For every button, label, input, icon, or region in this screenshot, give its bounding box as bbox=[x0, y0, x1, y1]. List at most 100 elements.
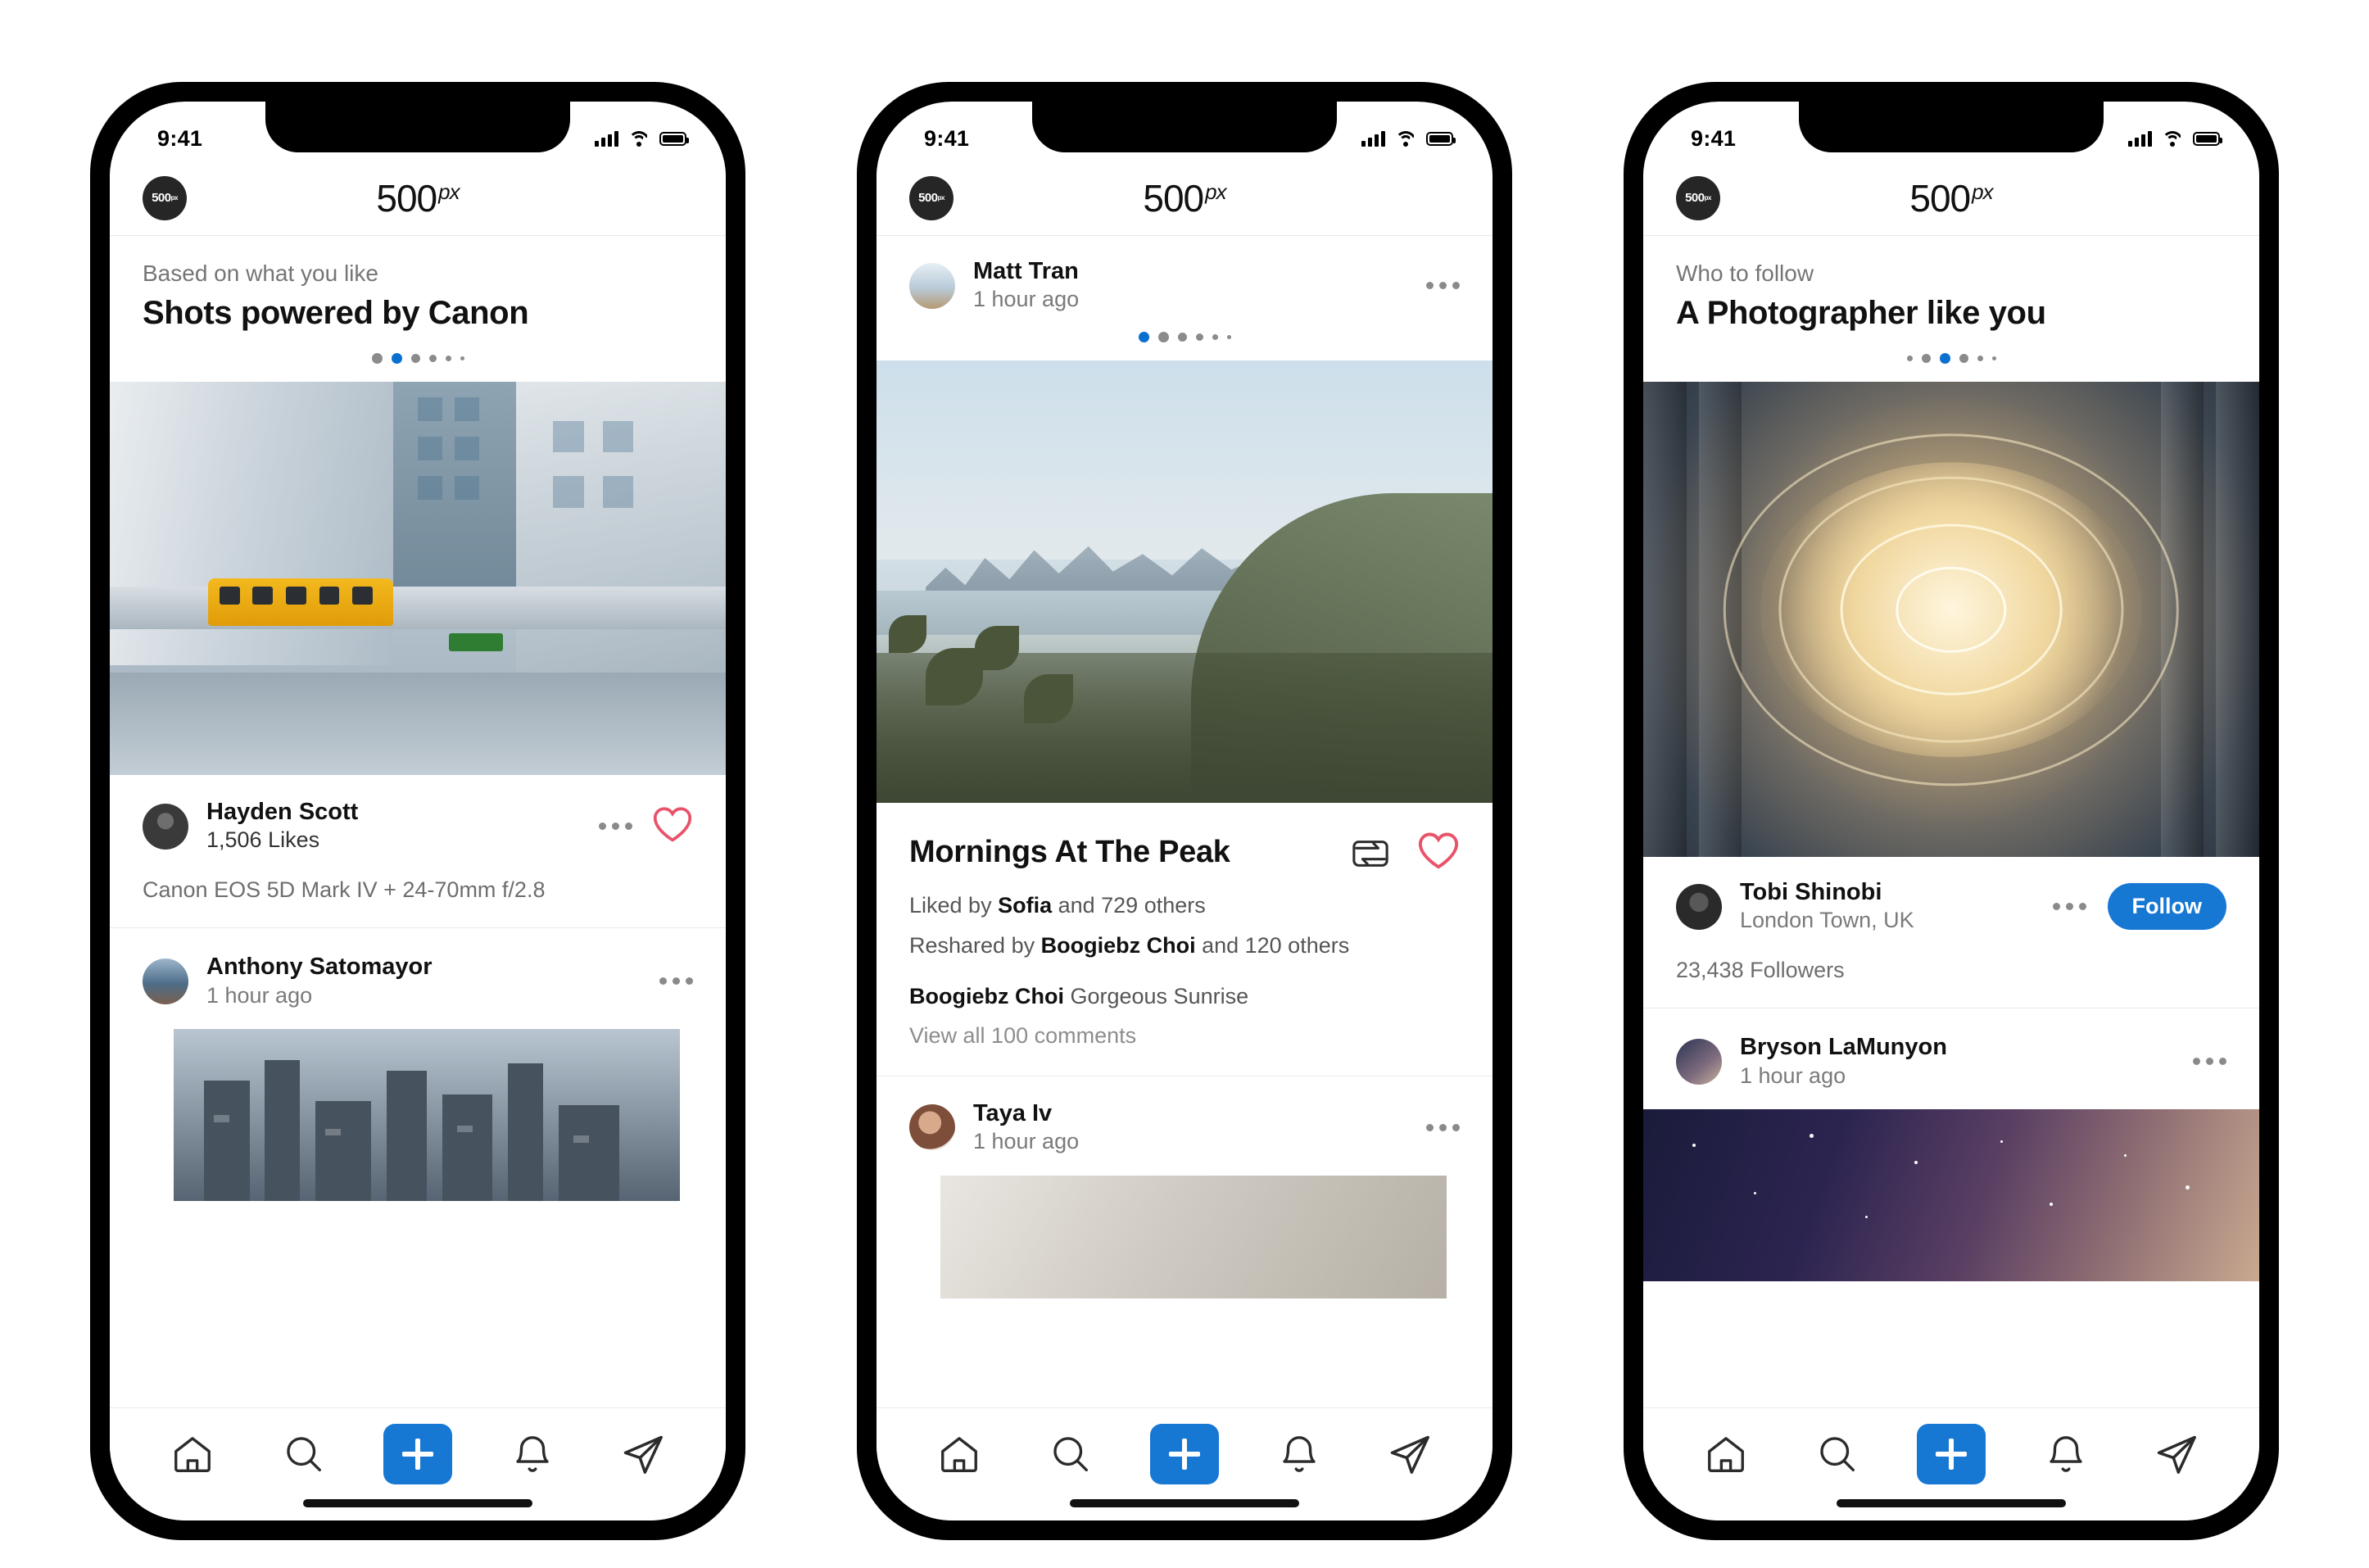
follow-button[interactable]: Follow bbox=[2107, 883, 2226, 931]
post-photo-peak[interactable] bbox=[876, 360, 1493, 804]
home-indicator bbox=[1070, 1499, 1299, 1507]
pager-dot[interactable] bbox=[371, 353, 383, 364]
app-logo-icon[interactable]: 500 px bbox=[1676, 175, 1720, 220]
pager-dot[interactable] bbox=[1921, 354, 1931, 363]
view-all-comments-link[interactable]: View all 100 comments bbox=[876, 1021, 1493, 1050]
post-photo-dome[interactable] bbox=[1643, 382, 2259, 857]
suggestion-row[interactable]: Tobi Shinobi London Town, UK Follow bbox=[1643, 878, 2259, 935]
section-headline: A Photographer like you bbox=[1676, 295, 2046, 331]
reshared-suffix: and 120 others bbox=[1195, 932, 1350, 958]
next-post-author-row-1[interactable]: Anthony Satomayor 1 hour ago bbox=[110, 953, 726, 1009]
tab-search[interactable] bbox=[1040, 1425, 1099, 1484]
avatar[interactable] bbox=[143, 803, 188, 850]
carousel-pager-1[interactable] bbox=[110, 353, 726, 382]
next-post-photo[interactable] bbox=[1643, 1109, 2259, 1282]
logo-text: 500 bbox=[1685, 191, 1705, 205]
comment-author[interactable]: Boogiebz Choi bbox=[909, 984, 1064, 1008]
pager-dot[interactable] bbox=[445, 356, 451, 361]
section-kicker: Based on what you like bbox=[143, 261, 378, 286]
tab-create-button[interactable] bbox=[383, 1423, 452, 1484]
tab-search[interactable] bbox=[274, 1425, 333, 1484]
next-post-photo[interactable] bbox=[940, 1176, 1447, 1298]
more-options-icon[interactable] bbox=[1415, 282, 1460, 290]
avatar[interactable] bbox=[909, 262, 955, 309]
carousel-pager-2[interactable] bbox=[876, 332, 1493, 360]
pager-dot[interactable] bbox=[428, 355, 437, 362]
tab-messages[interactable] bbox=[2147, 1425, 2206, 1484]
next-post-author-row-2[interactable]: Taya Iv 1 hour ago bbox=[876, 1099, 1493, 1156]
avatar[interactable] bbox=[143, 958, 188, 1004]
post-header-row-2[interactable]: Matt Tran 1 hour ago bbox=[876, 257, 1493, 314]
pager-dot[interactable] bbox=[1226, 335, 1231, 340]
reshared-name[interactable]: Boogiebz Choi bbox=[1041, 933, 1196, 958]
avatar[interactable] bbox=[1676, 883, 1722, 930]
phone-mockup-3: 9:41 500 px 500 px Who to follow A Photogr… bbox=[1624, 82, 2279, 1540]
pager-dot[interactable] bbox=[460, 356, 464, 360]
pager-dot[interactable] bbox=[1195, 333, 1203, 342]
tab-create-button[interactable] bbox=[1149, 1423, 1219, 1484]
more-options-icon[interactable] bbox=[1415, 1123, 1460, 1131]
reshared-prefix: Reshared by bbox=[909, 932, 1041, 958]
notch bbox=[265, 102, 570, 152]
reshare-icon[interactable] bbox=[1352, 837, 1389, 868]
tab-search[interactable] bbox=[1807, 1425, 1866, 1484]
pager-dot[interactable] bbox=[1212, 334, 1218, 341]
avatar[interactable] bbox=[1676, 1038, 1722, 1085]
status-time: 9:41 bbox=[924, 125, 970, 151]
heart-icon[interactable] bbox=[652, 805, 693, 847]
post-likes: 1,506 Likes bbox=[206, 827, 320, 853]
divider bbox=[110, 927, 726, 929]
heart-icon[interactable] bbox=[1417, 831, 1460, 874]
next-post-time: 1 hour ago bbox=[206, 982, 313, 1008]
more-options-icon[interactable] bbox=[2041, 903, 2086, 911]
brand-wordmark: 500 px bbox=[1909, 176, 1993, 220]
pager-dot[interactable] bbox=[410, 354, 420, 363]
liked-by-name[interactable]: Sofia bbox=[998, 893, 1052, 918]
pager-dot[interactable] bbox=[1991, 356, 1996, 360]
tab-home[interactable] bbox=[930, 1425, 989, 1484]
post-title: Mornings At The Peak bbox=[909, 835, 1230, 870]
more-options-icon[interactable] bbox=[2181, 1058, 2226, 1066]
logo-text: 500 bbox=[918, 191, 938, 205]
status-icons bbox=[2128, 130, 2222, 147]
next-post-time: 1 hour ago bbox=[973, 1129, 1080, 1154]
next-post-author-row-3[interactable]: Bryson LaMunyon 1 hour ago bbox=[1643, 1033, 2259, 1090]
pager-dot[interactable] bbox=[1157, 332, 1169, 343]
pager-dot[interactable] bbox=[1959, 354, 1968, 363]
post-author-meta: Hayden Scott 1,506 Likes bbox=[206, 798, 587, 854]
post-author-row-1[interactable]: Hayden Scott 1,506 Likes bbox=[110, 798, 726, 854]
tab-messages[interactable] bbox=[614, 1425, 673, 1484]
next-post-time: 1 hour ago bbox=[1740, 1063, 1846, 1088]
section-header-1: Based on what you like Shots powered by … bbox=[110, 261, 726, 332]
tab-create-button[interactable] bbox=[1916, 1423, 1986, 1484]
screenshot-canvas: 9:41 500 px 500 px Based on what you like … bbox=[0, 0, 2369, 1568]
app-header: 500 px 500 px bbox=[876, 161, 1493, 236]
tab-home[interactable] bbox=[163, 1425, 222, 1484]
pager-dot-active[interactable] bbox=[391, 353, 402, 364]
pager-dot-active[interactable] bbox=[1939, 353, 1950, 364]
home-indicator bbox=[1837, 1499, 2066, 1507]
tab-notifications[interactable] bbox=[503, 1425, 562, 1484]
tab-home[interactable] bbox=[1696, 1425, 1755, 1484]
tab-messages[interactable] bbox=[1380, 1425, 1439, 1484]
app-logo-icon[interactable]: 500 px bbox=[909, 175, 953, 220]
more-options-icon[interactable] bbox=[648, 977, 693, 986]
next-post-author: Bryson LaMunyon bbox=[1740, 1034, 1947, 1061]
liked-by-suffix: and 729 others bbox=[1052, 893, 1206, 918]
next-post-photo[interactable] bbox=[174, 1029, 680, 1202]
tab-notifications[interactable] bbox=[2036, 1425, 2095, 1484]
wifi-icon bbox=[1395, 130, 1416, 147]
pager-dot[interactable] bbox=[1177, 333, 1187, 342]
app-logo-icon[interactable]: 500 px bbox=[143, 175, 187, 220]
more-options-icon[interactable] bbox=[587, 823, 632, 831]
pager-dot[interactable] bbox=[1906, 356, 1913, 361]
post-photo-city[interactable] bbox=[110, 382, 726, 775]
pager-dot-active[interactable] bbox=[1138, 332, 1149, 343]
carousel-pager-3[interactable] bbox=[1643, 353, 2259, 382]
liked-by-line: Liked by Sofia and 729 others bbox=[876, 890, 1493, 920]
tab-notifications[interactable] bbox=[1270, 1425, 1329, 1484]
pager-dot[interactable] bbox=[1977, 356, 1983, 361]
next-post-author: Taya Iv bbox=[973, 1099, 1053, 1126]
post-time: 1 hour ago bbox=[973, 287, 1080, 312]
avatar[interactable] bbox=[909, 1104, 955, 1151]
